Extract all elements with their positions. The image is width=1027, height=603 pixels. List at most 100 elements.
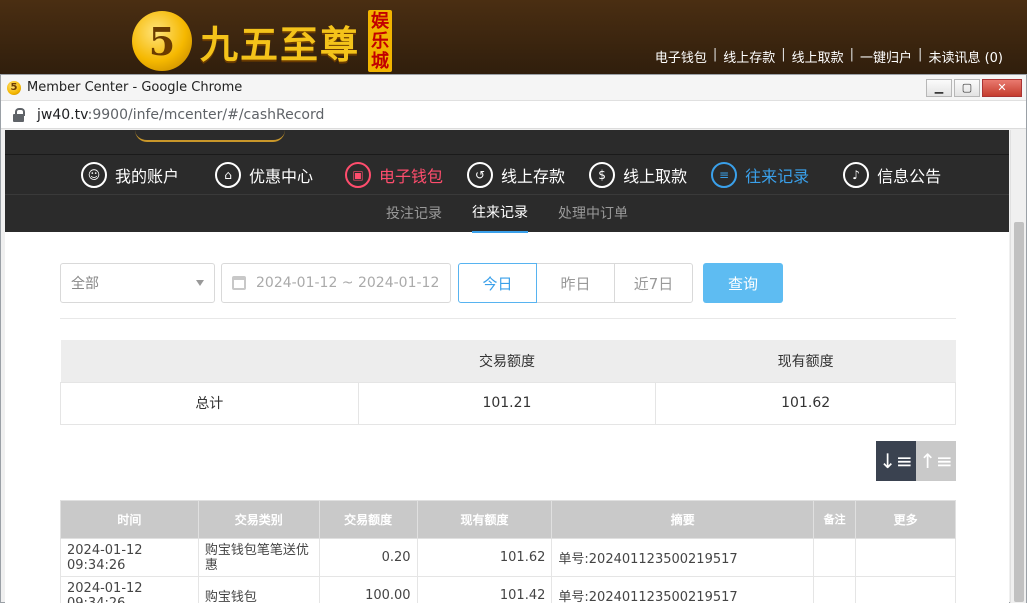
date-range-value: 2024-01-12 ~ 2024-01-12 <box>256 275 440 291</box>
nav-records[interactable]: ≡ 往来记录 <box>711 161 810 188</box>
sort-asc-icon: ↑≡ <box>919 449 953 473</box>
deposit-icon: ↺ <box>467 161 494 188</box>
col-balance: 现有额度 <box>416 500 553 539</box>
favicon-icon: 5 <box>7 80 21 95</box>
table-row: 2024-01-12 09:34:26 购宝钱包笔笔送优惠 0.20 101.6… <box>60 538 956 577</box>
col-summary: 摘要 <box>551 500 815 539</box>
nav-label: 我的账户 <box>115 166 180 186</box>
cell-time: 2024-01-12 09:34:26 <box>60 576 199 603</box>
address-bar[interactable]: jw40.tv:9900/infe/mcenter/#/cashRecord <box>1 101 1026 129</box>
cell-time: 2024-01-12 09:34:26 <box>60 538 199 577</box>
tab-cash-records[interactable]: 往来记录 <box>472 195 528 233</box>
cell-summary: 单号:202401123500219517 <box>551 576 815 603</box>
top-nav-one-click[interactable]: 一键归户 <box>860 47 912 66</box>
url-text[interactable]: jw40.tv:9900/infe/mcenter/#/cashRecord <box>37 107 324 123</box>
type-select[interactable]: 全部 <box>60 263 215 303</box>
col-more: 更多 <box>855 500 956 539</box>
sub-nav: 投注记录 往来记录 处理中订单 <box>5 194 1009 233</box>
tab-bet-records[interactable]: 投注记录 <box>386 195 442 233</box>
cell-note <box>813 538 857 577</box>
top-nav-deposit[interactable]: 线上存款 <box>723 47 775 66</box>
lock-icon[interactable] <box>13 107 25 122</box>
records-table: 时间 交易类别 交易额度 现有额度 摘要 备注 更多 2024-01-12 09… <box>60 500 956 603</box>
last-7-days-button[interactable]: 近7日 <box>614 263 693 303</box>
cell-note <box>813 576 857 603</box>
today-button[interactable]: 今日 <box>458 263 537 303</box>
col-type: 交易类别 <box>197 500 320 539</box>
page-content: ☺ 我的账户 ⌂ 优惠中心 ▣ 电子钱包 ↺ 线上存款 $ 线上取款 ≡ 往来记… <box>5 130 1009 603</box>
brand-name: 九五至尊 <box>200 21 361 67</box>
nav-label: 线上取款 <box>623 166 688 186</box>
nav-promotions[interactable]: ⌂ 优惠中心 <box>215 161 314 188</box>
nav-separator: | <box>918 47 923 62</box>
summary-total-row: 总计 101.21 101.62 <box>60 381 956 425</box>
nav-withdraw[interactable]: $ 线上取款 <box>589 161 688 188</box>
top-nav-withdraw[interactable]: 线上取款 <box>792 47 844 66</box>
maximize-button[interactable]: ▢ <box>954 78 980 97</box>
summary-header-trade: 交易额度 <box>358 340 656 382</box>
page-top-strip <box>5 130 1009 154</box>
cell-summary: 单号:202401123500219517 <box>551 538 815 577</box>
query-button[interactable]: 查询 <box>703 263 783 303</box>
summary-header-blank <box>60 340 359 382</box>
cell-more[interactable] <box>855 538 956 577</box>
nav-label: 优惠中心 <box>249 166 314 186</box>
nav-deposit[interactable]: ↺ 线上存款 <box>467 161 566 188</box>
scrollbar-thumb[interactable] <box>1014 222 1024 602</box>
cell-balance: 101.42 <box>416 576 553 603</box>
nav-label: 信息公告 <box>877 166 942 186</box>
records-icon: ≡ <box>711 161 738 188</box>
minimize-icon: ▁ <box>934 81 944 94</box>
tab-pending-orders[interactable]: 处理中订单 <box>558 195 628 233</box>
window-titlebar[interactable]: 5 Member Center - Google Chrome ▁ ▢ ✕ <box>1 75 1026 101</box>
table-row: 2024-01-12 09:34:26 购宝钱包 100.00 101.42 单… <box>60 576 956 603</box>
summary-total-trade: 101.21 <box>357 381 657 425</box>
nav-e-wallet[interactable]: ▣ 电子钱包 <box>345 161 443 188</box>
page-scrollbar[interactable] <box>1010 130 1026 603</box>
summary-total-balance: 101.62 <box>655 381 956 425</box>
cell-amount: 100.00 <box>318 576 418 603</box>
brand-tag: 娱乐城 <box>368 10 393 72</box>
minimize-button[interactable]: ▁ <box>926 78 952 97</box>
sort-desc-icon: ↓≡ <box>879 449 913 473</box>
sort-descending-button[interactable]: ↓≡ <box>876 441 916 481</box>
cell-type: 购宝钱包笔笔送优惠 <box>197 538 320 577</box>
col-time: 时间 <box>60 500 199 539</box>
window-controls: ▁ ▢ ✕ <box>926 78 1022 97</box>
top-nav-messages[interactable]: 未读讯息 (0) <box>928 47 1003 66</box>
nav-my-account[interactable]: ☺ 我的账户 <box>81 161 180 188</box>
nav-announcements[interactable]: ♪ 信息公告 <box>843 161 942 188</box>
cell-more[interactable] <box>855 576 956 603</box>
site-logo[interactable]: 5 九五至尊 娱乐城 <box>132 10 393 72</box>
summary-header-balance: 现有额度 <box>655 340 956 382</box>
top-nav-wallet[interactable]: 电子钱包 <box>655 47 707 66</box>
summary-header-row: 交易额度 现有额度 <box>60 340 956 382</box>
nav-label: 往来记录 <box>745 166 810 186</box>
sort-ascending-button[interactable]: ↑≡ <box>916 441 956 481</box>
cell-amount: 0.20 <box>318 538 418 577</box>
maximize-icon: ▢ <box>961 81 973 94</box>
type-select-value: 全部 <box>71 276 99 292</box>
cell-balance: 101.62 <box>416 538 553 577</box>
summary-table: 交易额度 现有额度 总计 101.21 101.62 <box>60 340 956 425</box>
chrome-window: 5 Member Center - Google Chrome ▁ ▢ ✕ jw… <box>0 74 1027 603</box>
wallet-icon: ▣ <box>345 161 372 188</box>
window-title: Member Center - Google Chrome <box>27 80 243 95</box>
close-button[interactable]: ✕ <box>982 78 1022 97</box>
records-header-row: 时间 交易类别 交易额度 现有额度 摘要 备注 更多 <box>60 500 956 539</box>
logo-icon: 5 <box>132 11 192 71</box>
nav-label: 线上存款 <box>501 166 566 186</box>
url-path: :9900/infe/mcenter/#/cashRecord <box>87 106 325 123</box>
user-icon: ☺ <box>81 161 107 188</box>
site-header: 5 九五至尊 娱乐城 电子钱包 | 线上存款 | 线上取款 | 一键归户 | 未… <box>0 0 1027 80</box>
site-top-nav: 电子钱包 | 线上存款 | 线上取款 | 一键归户 | 未读讯息 (0) <box>655 47 1003 66</box>
col-amount: 交易额度 <box>318 500 418 539</box>
cell-type: 购宝钱包 <box>197 576 320 603</box>
yesterday-button[interactable]: 昨日 <box>536 263 615 303</box>
chevron-down-icon <box>196 280 204 286</box>
withdraw-icon: $ <box>589 161 616 188</box>
nav-separator: | <box>849 47 855 62</box>
gift-icon: ⌂ <box>215 161 242 188</box>
date-range-input[interactable]: 2024-01-12 ~ 2024-01-12 <box>221 263 451 303</box>
nav-separator: | <box>712 47 718 62</box>
